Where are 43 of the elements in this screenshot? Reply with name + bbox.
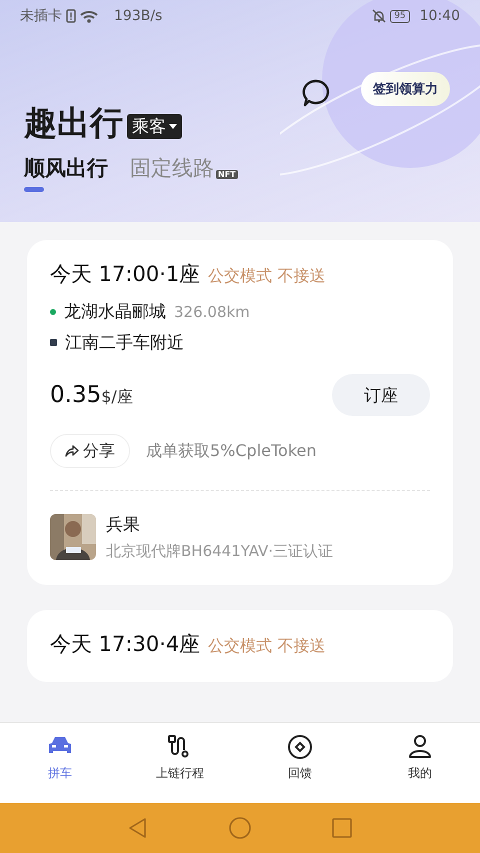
- wifi-icon: [80, 9, 98, 23]
- nav-tab[interactable]: 拼车: [0, 723, 120, 803]
- sim-icon: [66, 9, 76, 23]
- chat-bubble-icon: [301, 78, 331, 108]
- trip-mode: 公交模式 不接送: [208, 636, 326, 657]
- tab-indicator: [24, 187, 44, 192]
- nav-tab[interactable]: 上链行程: [120, 723, 240, 803]
- battery-level: 95: [390, 10, 410, 22]
- home-icon: [229, 817, 251, 839]
- end-place: 江南二手车附近: [65, 332, 184, 354]
- trip-card[interactable]: 今天 17:30·4座 公交模式 不接送: [27, 610, 453, 682]
- role-dropdown[interactable]: 乘客: [127, 114, 182, 139]
- nav-tab[interactable]: 回馈: [240, 723, 360, 803]
- driver-name: 兵果: [106, 514, 141, 536]
- share-button[interactable]: 分享: [50, 434, 130, 468]
- start-place: 龙湖水晶郦城: [64, 301, 166, 323]
- share-arrow-icon: [65, 445, 79, 457]
- clock: 10:40: [420, 8, 460, 24]
- reward-text: 成单获取5%CpleToken: [146, 440, 317, 462]
- carrier-text: 未插卡: [20, 7, 62, 25]
- trip-card[interactable]: 今天 17:00·1座 公交模式 不接送 龙湖水晶郦城 326.08km 江南二手车附近 0.35$/座 订座 分享 成单获取5%CpleToken 兵果 北京现代牌BH6441YAV·三证认证: [27, 240, 453, 585]
- nft-badge: NFT: [216, 170, 238, 179]
- book-button[interactable]: 订座: [332, 374, 430, 416]
- start-dot: [50, 308, 56, 314]
- trip-time: 今天 17:30·4座: [50, 631, 200, 658]
- trip-mode: 公交模式 不接送: [208, 266, 326, 287]
- caret-down-icon: [169, 124, 177, 130]
- bell-off-icon: [372, 9, 386, 23]
- back-icon: [127, 817, 149, 839]
- tab[interactable]: 固定线路 NFT: [130, 154, 238, 194]
- network-speed: 193B/s: [114, 8, 162, 24]
- checkin-button[interactable]: 签到领算力: [361, 72, 450, 106]
- driver-info: 北京现代牌BH6441YAV·三证认证: [106, 542, 334, 561]
- price-unit: $/座: [101, 387, 133, 408]
- app-title: 趣出行: [24, 102, 123, 144]
- recents-icon: [331, 817, 353, 839]
- tab[interactable]: 顺风出行: [24, 154, 108, 194]
- trip-time: 今天 17:00·1座: [50, 261, 200, 288]
- nav-tab[interactable]: 我的: [360, 723, 480, 803]
- diamond-circle-icon: [286, 733, 314, 759]
- person-icon: [406, 733, 434, 759]
- price: 0.35: [50, 382, 102, 408]
- distance: 326.08km: [174, 302, 250, 320]
